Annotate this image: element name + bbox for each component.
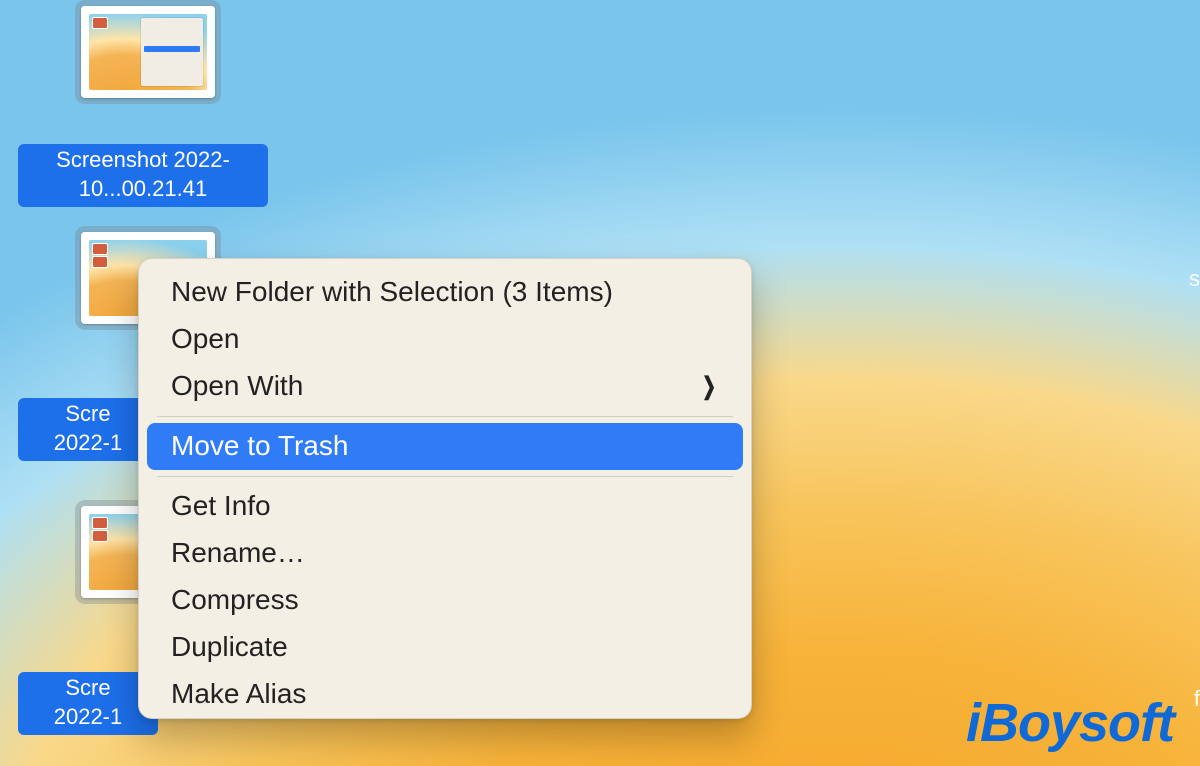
- chevron-right-icon: ❯: [702, 372, 716, 401]
- menu-item-get-info[interactable]: Get Info: [147, 483, 743, 530]
- menu-separator: [157, 476, 733, 477]
- menu-item-label: Get Info: [171, 490, 271, 522]
- menu-item-label: Duplicate: [171, 631, 288, 663]
- selection-highlight: [75, 0, 221, 104]
- menu-item-label: Make Alias: [171, 678, 306, 710]
- menu-item-label: New Folder with Selection (3 Items): [171, 276, 613, 308]
- file-label: Scre 2022-1: [18, 672, 158, 735]
- menu-item-label: Move to Trash: [171, 430, 348, 462]
- menu-item-new-folder-with-selection[interactable]: New Folder with Selection (3 Items): [147, 269, 743, 316]
- menu-item-label: Rename…: [171, 537, 305, 569]
- menu-separator: [157, 416, 733, 417]
- menu-item-label: Open: [171, 323, 240, 355]
- menu-item-open-with[interactable]: Open With ❯: [147, 363, 743, 410]
- menu-item-make-alias[interactable]: Make Alias: [147, 671, 743, 718]
- menu-item-rename[interactable]: Rename…: [147, 530, 743, 577]
- context-menu: New Folder with Selection (3 Items) Open…: [138, 258, 752, 719]
- file-label: Screenshot 2022-10...00.21.41: [18, 144, 268, 207]
- cropped-text: f: [1194, 686, 1200, 712]
- menu-item-label: Open With: [171, 370, 303, 402]
- cropped-text: s: [1189, 266, 1200, 292]
- menu-item-move-to-trash[interactable]: Move to Trash: [147, 423, 743, 470]
- watermark-logo: iBoysoft: [966, 692, 1174, 754]
- menu-item-open[interactable]: Open: [147, 316, 743, 363]
- menu-item-label: Compress: [171, 584, 299, 616]
- menu-item-duplicate[interactable]: Duplicate: [147, 624, 743, 671]
- file-label: Scre 2022-1: [18, 398, 158, 461]
- file-thumbnail: [81, 6, 215, 98]
- menu-item-compress[interactable]: Compress: [147, 577, 743, 624]
- desktop-file-icon[interactable]: Screenshot 2022-10...00.21.41: [68, 0, 228, 104]
